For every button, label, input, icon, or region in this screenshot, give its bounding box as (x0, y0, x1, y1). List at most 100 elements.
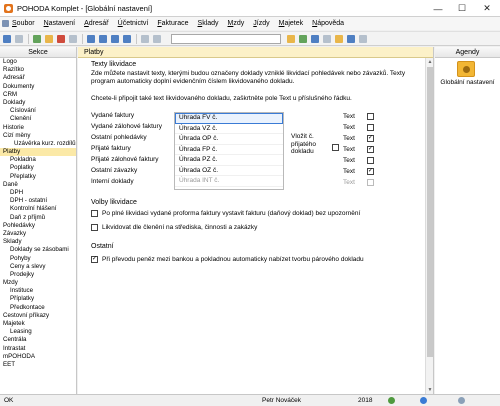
parovy-doklad-label: Při převodu peněz mezi bankou a pokladno… (102, 256, 364, 263)
text-checkbox-int (367, 179, 374, 186)
close-button[interactable]: ✕ (474, 0, 500, 17)
forward-icon[interactable] (15, 34, 23, 43)
sidebar-item[interactable]: Předkontace (0, 304, 76, 312)
minimize-button[interactable]: — (426, 0, 450, 17)
parovy-doklad-checkbox[interactable]: ✓ (91, 256, 98, 263)
sidebar-item[interactable]: Centrála (0, 336, 76, 344)
home-icon[interactable] (311, 34, 319, 43)
prefix-cell-oz[interactable]: Úhrada OZ č. (175, 166, 283, 176)
calendar-icon[interactable] (323, 34, 331, 43)
sidebar-item[interactable]: Členění (0, 115, 76, 123)
sidebar-item[interactable]: Pokladna (0, 156, 76, 164)
last-record-icon[interactable] (123, 34, 131, 43)
back-icon[interactable] (3, 34, 11, 43)
sidebar-item[interactable]: Platby (0, 148, 76, 157)
text-checkbox-fp[interactable]: ✓ (367, 146, 374, 153)
menu-mzdy[interactable]: Mzdy (228, 20, 245, 27)
cleneni-option-checkbox[interactable] (91, 224, 98, 231)
refresh-icon[interactable] (299, 34, 307, 43)
sidebar-item[interactable]: Historie (0, 124, 76, 132)
doc-label-ostatni-pohledavky: Ostatní pohledávky (91, 134, 147, 141)
sidebar-item[interactable]: DPH (0, 189, 76, 197)
sidebar-item[interactable]: CRM (0, 91, 76, 99)
sidebar-item[interactable]: Poplatky (0, 164, 76, 172)
sidebar-item[interactable]: Majetek (0, 320, 76, 328)
print-icon[interactable] (141, 34, 149, 43)
save-icon[interactable] (69, 34, 77, 43)
vertical-scrollbar[interactable]: ▲ ▼ (425, 58, 433, 394)
edit-record-icon[interactable] (45, 34, 53, 43)
text-checkbox-vz[interactable] (367, 124, 374, 131)
sidebar-item[interactable]: Intrastat (0, 345, 76, 353)
prefix-cell-fp[interactable]: Úhrada FP č. (175, 145, 283, 155)
scroll-thumb[interactable] (427, 67, 433, 357)
proforma-option-checkbox[interactable] (91, 210, 98, 217)
sidebar-item[interactable]: mPOHODA (0, 353, 76, 361)
agenda-item-global-settings[interactable]: Globální nastavení (435, 79, 500, 86)
sidebar-item[interactable]: Sklady (0, 238, 76, 246)
prefix-cell-pz[interactable]: Úhrada PZ č. (175, 155, 283, 166)
new-record-icon[interactable] (33, 34, 41, 43)
text-checkbox-op[interactable]: ✓ (367, 135, 374, 142)
sidebar-item[interactable]: Dokumenty (0, 83, 76, 91)
status-year: 2018 (358, 397, 373, 404)
sidebar-item[interactable]: Adresář (0, 74, 76, 82)
global-settings-icon[interactable] (457, 61, 475, 77)
sidebar-item[interactable]: Příplatky (0, 295, 76, 303)
sidebar-item[interactable]: Daň z příjmů (0, 214, 76, 222)
text-checkbox-fv[interactable] (367, 113, 374, 120)
sidebar-item[interactable]: Cizí měny (0, 132, 76, 140)
vlozit-cislo-checkbox[interactable] (332, 144, 339, 151)
menu-majetek[interactable]: Majetek (279, 20, 304, 27)
menu-jizdy[interactable]: Jízdy (253, 20, 269, 27)
sidebar-item[interactable]: Doklady (0, 99, 76, 107)
next-record-icon[interactable] (111, 34, 119, 43)
menu-napoveda[interactable]: Nápověda (312, 20, 344, 27)
sidebar-item[interactable]: Pohledávky (0, 222, 76, 230)
folder-icon[interactable] (287, 34, 295, 43)
scroll-up-icon[interactable]: ▲ (426, 58, 434, 66)
sidebar-item[interactable]: Daně (0, 181, 76, 189)
sidebar-item[interactable]: Pohyby (0, 255, 76, 263)
menu-nastaveni[interactable]: Nastavení (44, 20, 76, 27)
delete-record-icon[interactable] (57, 34, 65, 43)
sidebar-item[interactable]: Instituce (0, 287, 76, 295)
sidebar-item[interactable]: Prodejky (0, 271, 76, 279)
sidebar-item[interactable]: Uzávěrka kurz. rozdílů (0, 140, 76, 148)
app-menu-icon[interactable] (2, 20, 9, 27)
menu-soubor[interactable]: Soubor (12, 20, 35, 27)
sidebar-item[interactable]: Ceny a slevy (0, 263, 76, 271)
sidebar-item[interactable]: Závazky (0, 230, 76, 238)
prefix-cell-op[interactable]: Úhrada OP č. (175, 134, 283, 145)
scroll-down-icon[interactable]: ▼ (426, 386, 434, 394)
lock-icon[interactable] (335, 34, 343, 43)
sidebar-item[interactable]: EET (0, 361, 76, 369)
sidebar-item[interactable]: Leasing (0, 328, 76, 336)
menu-fakturace[interactable]: Fakturace (157, 20, 188, 27)
help-icon[interactable] (359, 34, 367, 43)
prefix-cell-vz[interactable]: Úhrada VZ č. (175, 124, 283, 134)
prefix-cell-fv[interactable]: Úhrada FV č. (175, 113, 283, 124)
cleneni-option-label: Likvidovat dle členění na střediska, čin… (102, 224, 258, 231)
sidebar-item[interactable]: Logo (0, 58, 76, 66)
sidebar-item[interactable]: Cestovní příkazy (0, 312, 76, 320)
previous-record-icon[interactable] (99, 34, 107, 43)
text-checkbox-pz[interactable] (367, 157, 374, 164)
text-checkbox-oz[interactable]: ✓ (367, 168, 374, 175)
maximize-button[interactable]: ☐ (450, 0, 474, 17)
menu-sklady[interactable]: Sklady (198, 20, 219, 27)
sidebar-item[interactable]: Číslování (0, 107, 76, 115)
sidebar-item[interactable]: Mzdy (0, 279, 76, 287)
quick-search-field[interactable] (171, 33, 281, 44)
menu-adresar[interactable]: Adresář (84, 20, 109, 27)
sidebar-item[interactable]: Kontrolní hlášení (0, 205, 76, 213)
sidebar-item[interactable]: DPH - ostatní (0, 197, 76, 205)
first-record-icon[interactable] (87, 34, 95, 43)
text-label-fv: Text (343, 113, 355, 120)
filter-icon[interactable] (153, 34, 161, 43)
sidebar-item[interactable]: Doklady se zásobami (0, 246, 76, 254)
menu-ucetnictvi[interactable]: Účetnictví (118, 20, 149, 27)
sidebar-item[interactable]: Přeplatky (0, 173, 76, 181)
settings-icon[interactable] (347, 34, 355, 43)
sidebar-item[interactable]: Razítko (0, 66, 76, 74)
